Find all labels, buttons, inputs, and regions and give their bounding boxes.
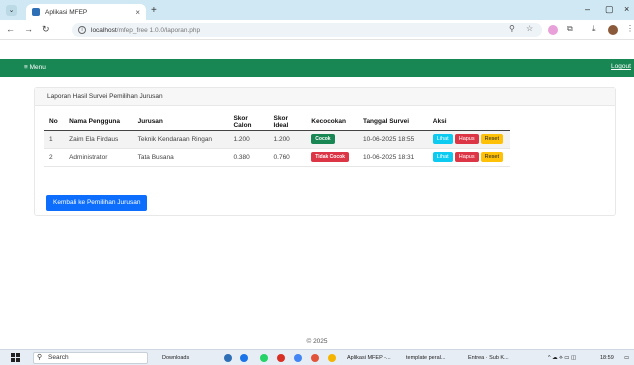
reset-button[interactable]: Reset: [480, 134, 503, 144]
address-bar[interactable]: i localhost/mfep_free 1.0.0/laporan.php: [72, 23, 542, 37]
cell-nama: Administrator: [64, 148, 133, 167]
col-header-aksi: Aksi: [427, 114, 510, 131]
minimize-window-button[interactable]: –: [585, 4, 590, 14]
notification-icon[interactable]: ▭: [624, 353, 629, 363]
browser-tab-strip: ⌄ Aplikasi MFEP × + – ▢ ×: [0, 0, 634, 20]
back-to-selection-button[interactable]: Kembali ke Pemilihan Jurusan: [46, 195, 148, 211]
taskbar-search-input[interactable]: ⚲ Search: [33, 352, 148, 364]
cell-jurusan: Tata Busana: [132, 148, 229, 167]
match-status-badge: Cocok: [311, 134, 335, 144]
system-tray-icons[interactable]: ^ ☁ ⟡ ▭ ◫: [548, 353, 576, 363]
zoom-icon[interactable]: ⚲: [509, 24, 515, 33]
col-header-tanggal: Tanggal Survei: [357, 114, 428, 131]
cell-jurusan: Teknik Kendaraan Ringan: [132, 130, 229, 149]
chrome-icon[interactable]: [328, 354, 336, 362]
view-button[interactable]: Lihat: [432, 152, 453, 162]
taskbar-search-label: Search: [48, 354, 69, 361]
cell-aksi: Lihat Hapus Reset: [427, 130, 510, 149]
delete-button[interactable]: Hapus: [454, 134, 479, 144]
browser-toolbar: ← → ↻ i localhost/mfep_free 1.0.0/lapora…: [0, 20, 634, 40]
taskbar-window-entrea[interactable]: Entrea · Sub K...: [468, 353, 509, 363]
os-taskbar: ⚲ Search Downloads Aplikasi MFEP -... te…: [0, 349, 634, 365]
reset-button[interactable]: Reset: [480, 152, 503, 162]
search-icon: ⚲: [37, 354, 43, 361]
taskbar-window-aplikasi[interactable]: Aplikasi MFEP -...: [347, 353, 391, 363]
browser-tab-active[interactable]: Aplikasi MFEP ×: [26, 4, 146, 20]
profile-avatar-icon[interactable]: [608, 25, 618, 35]
taskbar-window-template[interactable]: template peral...: [406, 353, 445, 363]
col-header-skor-ideal: Skor Ideal: [268, 114, 307, 131]
url-host: localhost: [91, 26, 117, 34]
cell-kecocokan: Cocok: [306, 130, 358, 149]
taskbar-clock: 18:59: [600, 355, 614, 361]
taskbar-app-icon[interactable]: [311, 354, 319, 362]
reload-icon[interactable]: ↻: [42, 24, 50, 35]
report-card: Laporan Hasil Survei Pemilihan Jurusan N…: [34, 87, 616, 216]
bookmark-star-icon[interactable]: ☆: [526, 24, 533, 33]
extensions-puzzle-icon[interactable]: ⧉: [567, 24, 573, 34]
forward-arrow-icon[interactable]: →: [24, 24, 33, 34]
tab-close-icon[interactable]: ×: [135, 8, 140, 17]
extension-icon[interactable]: [548, 25, 558, 35]
table-header-row: No Nama Pengguna Jurusan Skor Calon Skor…: [44, 114, 510, 131]
download-icon[interactable]: ⤓: [592, 24, 596, 34]
table-row: 1 Zaim Ela Firdaus Teknik Kendaraan Ring…: [44, 130, 510, 149]
app-navbar: ≡ Menu Logout: [0, 59, 634, 77]
maximize-window-button[interactable]: ▢: [605, 4, 614, 15]
match-status-badge: Tidak Cocok: [311, 152, 349, 162]
menu-toggle-button[interactable]: ≡ Menu: [24, 64, 46, 71]
table-row: 2 Administrator Tata Busana 0.380 0.760 …: [44, 148, 510, 167]
col-header-skor-calon: Skor Calon: [228, 114, 269, 131]
card-title: Laporan Hasil Survei Pemilihan Jurusan: [35, 88, 615, 106]
cell-skor-calon: 1.200: [228, 130, 269, 149]
col-header-no: No: [44, 114, 65, 131]
new-tab-button[interactable]: +: [151, 5, 157, 16]
delete-button[interactable]: Hapus: [454, 152, 479, 162]
cell-no: 2: [44, 148, 65, 167]
cell-skor-ideal: 1.200: [268, 130, 307, 149]
cell-skor-calon: 0.380: [228, 148, 269, 167]
site-info-icon[interactable]: i: [78, 26, 86, 34]
windows-start-icon[interactable]: [11, 353, 21, 363]
cell-tanggal: 10-06-2025 18:55: [357, 130, 428, 149]
taskbar-downloads[interactable]: Downloads: [162, 353, 189, 363]
favicon-icon: [32, 8, 40, 16]
report-table: No Nama Pengguna Jurusan Skor Calon Skor…: [44, 114, 510, 167]
col-header-nama: Nama Pengguna: [64, 114, 133, 131]
col-header-kecocokan: Kecocokan: [306, 114, 358, 131]
cell-skor-ideal: 0.760: [268, 148, 307, 167]
taskbar-app-icon[interactable]: [240, 354, 248, 362]
taskbar-app-icon[interactable]: [294, 354, 302, 362]
col-header-jurusan: Jurusan: [132, 114, 229, 131]
taskbar-app-icon[interactable]: [277, 354, 285, 362]
page-footer: © 2025: [306, 338, 328, 345]
cell-no: 1: [44, 130, 65, 149]
view-button[interactable]: Lihat: [432, 134, 453, 144]
logout-link[interactable]: Logout: [611, 63, 631, 70]
url-path: /mfep_free 1.0.0/laporan.php: [116, 26, 201, 34]
tab-search-chevron-icon[interactable]: ⌄: [6, 5, 17, 16]
cell-nama: Zaim Ela Firdaus: [64, 130, 133, 149]
cell-aksi: Lihat Hapus Reset: [427, 148, 510, 167]
browser-menu-icon[interactable]: ⋮: [626, 24, 634, 33]
tab-title: Aplikasi MFEP: [45, 8, 88, 16]
close-window-button[interactable]: ×: [624, 4, 629, 14]
taskbar-app-icon[interactable]: [224, 354, 232, 362]
cell-tanggal: 10-06-2025 18:31: [357, 148, 428, 167]
whatsapp-icon[interactable]: [260, 354, 268, 362]
address-url: localhost/mfep_free 1.0.0/laporan.php: [91, 27, 200, 34]
back-arrow-icon[interactable]: ←: [6, 24, 15, 34]
cell-kecocokan: Tidak Cocok: [306, 148, 358, 167]
